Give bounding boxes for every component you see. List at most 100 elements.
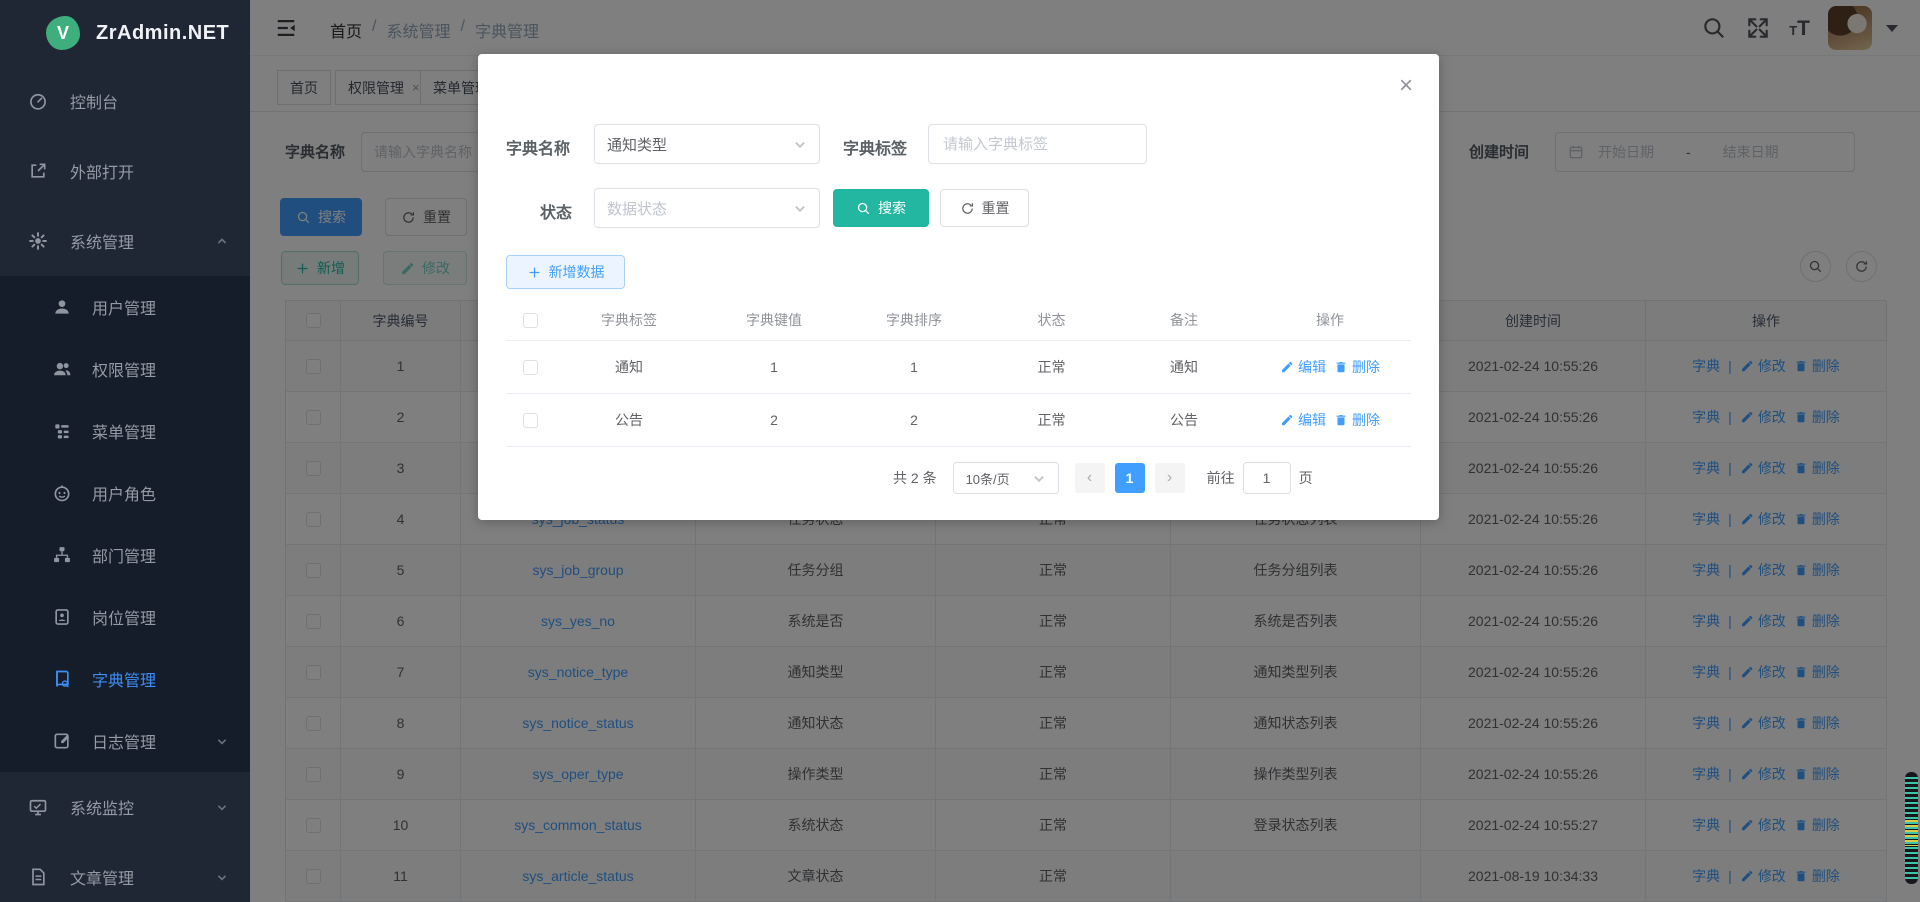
system-submenu: 用户管理 权限管理 菜单管理 用户角色 部门管理: [0, 276, 250, 772]
remark-cell: 公告: [1119, 394, 1249, 446]
modal-reset-button[interactable]: 重置: [940, 189, 1029, 227]
modal-status-label: 状态: [540, 199, 572, 223]
sidebar-item-label: 菜单管理: [92, 419, 156, 443]
row-checkbox[interactable]: [523, 413, 538, 428]
next-page-button[interactable]: ›: [1155, 463, 1185, 493]
page-size-value: 10条/页: [966, 469, 1010, 488]
pencil-icon: [1280, 413, 1294, 427]
app-title: ZrAdmin.NET: [96, 22, 229, 45]
dict-sort-cell: 1: [844, 341, 984, 393]
modal-table-row: 通知 1 1 正常 通知 编辑 删除: [506, 341, 1411, 394]
sidebar-item-label: 外部打开: [70, 159, 134, 183]
dict-data-table: 字典标签 字典键值 字典排序 状态 备注 操作 通知 1 1 正常 通知 编辑 …: [506, 300, 1411, 447]
page-number-button[interactable]: 1: [1115, 463, 1145, 493]
sidebar-item-label: 字典管理: [92, 667, 156, 691]
app-logo[interactable]: V ZrAdmin.NET: [0, 0, 250, 66]
sidebar-item-label: 权限管理: [92, 357, 156, 381]
sidebar-item-label: 文章管理: [70, 865, 134, 889]
dict-label-cell: 公告: [554, 394, 704, 446]
row-checkbox[interactable]: [523, 360, 538, 375]
sidebar-item-label: 用户管理: [92, 295, 156, 319]
header-dict-value: 字典键值: [704, 300, 844, 340]
sidebar-item-external[interactable]: 外部打开: [0, 136, 250, 206]
delete-link[interactable]: 删除: [1334, 410, 1380, 430]
dict-value-cell: 2: [704, 394, 844, 446]
robot-icon: [52, 483, 72, 503]
dictionary-icon: [52, 669, 72, 689]
page-size-select[interactable]: 10条/页: [953, 462, 1059, 494]
sidebar-item-dictionary[interactable]: 字典管理: [0, 648, 250, 710]
dict-sort-cell: 2: [844, 394, 984, 446]
sidebar-item-label: 系统管理: [70, 229, 134, 253]
modal-search-button-label: 搜索: [878, 198, 906, 218]
dict-data-dialog: × 字典名称 通知类型 字典标签 状态 数据状态 搜索 重置 新增数据: [478, 54, 1439, 520]
sidebar-item-menus[interactable]: 菜单管理: [0, 400, 250, 462]
sidebar-item-departments[interactable]: 部门管理: [0, 524, 250, 586]
header-actions: 操作: [1249, 300, 1411, 340]
article-icon: [28, 867, 48, 887]
org-tree-icon: [52, 545, 72, 565]
external-link-icon: [28, 161, 48, 181]
edit-link[interactable]: 编辑: [1280, 357, 1326, 377]
logo-icon: V: [46, 16, 80, 50]
modal-status-select[interactable]: 数据状态: [594, 188, 820, 228]
chevron-down-icon: [793, 137, 807, 151]
sidebar-item-positions[interactable]: 岗位管理: [0, 586, 250, 648]
dashboard-icon: [28, 91, 48, 111]
sidebar-menu: 控制台 外部打开 系统管理 用户管理 权限管理: [0, 66, 250, 902]
user-icon: [52, 297, 72, 317]
header-dict-label: 字典标签: [554, 300, 704, 340]
sidebar-item-label: 日志管理: [92, 729, 156, 753]
delete-link-label: 删除: [1352, 410, 1380, 430]
status-cell: 正常: [984, 394, 1119, 446]
sidebar-item-label: 系统监控: [70, 795, 134, 819]
sidebar-item-label: 控制台: [70, 89, 118, 113]
menu-tree-icon: [52, 421, 72, 441]
modal-search-button[interactable]: 搜索: [833, 189, 929, 227]
edit-link[interactable]: 编辑: [1280, 410, 1326, 430]
chevron-down-icon: [1032, 471, 1046, 485]
goto-label: 前往: [1207, 468, 1235, 488]
header-checkbox-cell: [506, 300, 554, 340]
sidebar-item-user-roles[interactable]: 用户角色: [0, 462, 250, 524]
close-icon[interactable]: ×: [1399, 74, 1413, 98]
sidebar-item-permissions[interactable]: 权限管理: [0, 338, 250, 400]
remark-cell: 通知: [1119, 341, 1249, 393]
delete-link-label: 删除: [1352, 357, 1380, 377]
pagination-total: 共 2 条: [893, 468, 937, 488]
sidebar-item-logs[interactable]: 日志管理: [0, 710, 250, 772]
modal-dict-label-input[interactable]: [928, 124, 1147, 164]
chevron-up-icon: [216, 235, 228, 247]
monitor-icon: [28, 797, 48, 817]
modal-reset-button-label: 重置: [982, 198, 1010, 218]
sidebar: V ZrAdmin.NET 控制台 外部打开 系统管理 用户管理: [0, 0, 250, 902]
sidebar-item-articles[interactable]: 文章管理: [0, 842, 250, 902]
edit-link-label: 编辑: [1298, 410, 1326, 430]
add-data-button[interactable]: 新增数据: [506, 255, 625, 289]
modal-dict-name-select[interactable]: 通知类型: [594, 124, 820, 164]
delete-link[interactable]: 删除: [1334, 357, 1380, 377]
sidebar-item-monitoring[interactable]: 系统监控: [0, 772, 250, 842]
dict-value-cell: 1: [704, 341, 844, 393]
trash-icon: [1334, 413, 1348, 427]
chevron-down-icon: [216, 801, 228, 813]
goto-page-input[interactable]: [1243, 462, 1291, 494]
header-status: 状态: [984, 300, 1119, 340]
modal-table-row: 公告 2 2 正常 公告 编辑 删除: [506, 394, 1411, 447]
prev-page-button[interactable]: ‹: [1075, 463, 1105, 493]
modal-dict-name-label: 字典名称: [506, 135, 570, 159]
gear-icon: [28, 231, 48, 251]
status-cell: 正常: [984, 341, 1119, 393]
id-badge-icon: [52, 607, 72, 627]
sidebar-item-label: 部门管理: [92, 543, 156, 567]
sidebar-item-dashboard[interactable]: 控制台: [0, 66, 250, 136]
scrollbar-thumb[interactable]: [1905, 772, 1918, 884]
chevron-down-icon: [216, 871, 228, 883]
pagination: 共 2 条 10条/页 ‹ 1 › 前往 页: [893, 462, 1313, 494]
modal-select-all-checkbox[interactable]: [523, 313, 538, 328]
refresh-icon: [960, 201, 975, 216]
sidebar-item-label: 岗位管理: [92, 605, 156, 629]
chevron-down-icon: [216, 735, 228, 747]
sidebar-item-users[interactable]: 用户管理: [0, 276, 250, 338]
sidebar-item-system[interactable]: 系统管理: [0, 206, 250, 276]
